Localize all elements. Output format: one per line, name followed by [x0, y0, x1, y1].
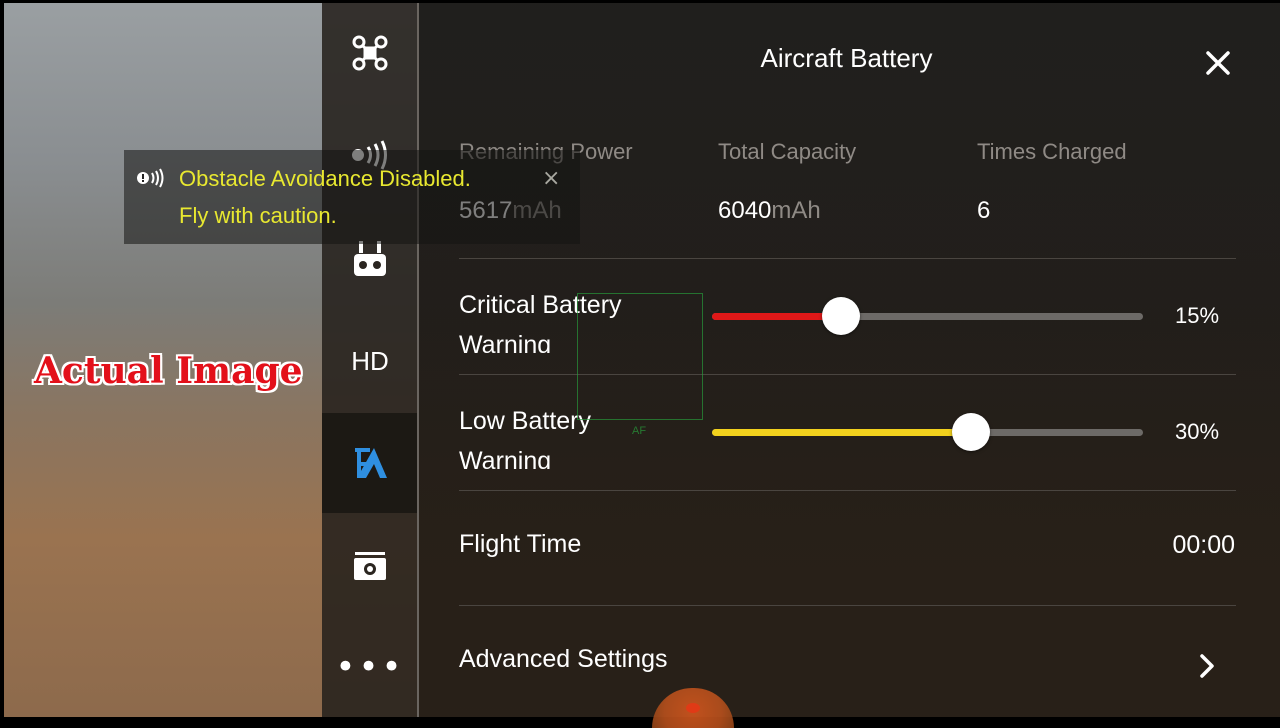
advanced-settings-label: Advanced Settings	[459, 645, 668, 673]
advanced-settings-row[interactable]: Advanced Settings	[419, 623, 1274, 703]
close-icon	[1206, 51, 1230, 79]
close-button[interactable]	[1200, 47, 1236, 83]
af-label: AF	[632, 425, 647, 437]
flight-time-label: Flight Time	[459, 530, 582, 558]
divider	[459, 490, 1236, 491]
remote-controller-icon	[353, 240, 387, 278]
low-slider-fill	[712, 429, 971, 436]
total-capacity-value: 6040mAh	[718, 197, 821, 224]
drone-icon	[351, 34, 389, 72]
icon-rail: HD •••	[322, 3, 418, 717]
low-battery-warning-label: Low Battery Warning	[459, 407, 592, 469]
obstacle-avoidance-toast: Obstacle Avoidance Disabled. Fly with ca…	[124, 150, 580, 244]
divider	[459, 605, 1236, 606]
hd-icon: HD	[351, 345, 389, 376]
critical-battery-value: 15%	[1175, 303, 1220, 328]
low-battery-slider[interactable]	[712, 413, 1143, 451]
chevron-right-icon	[1199, 653, 1215, 683]
rail-item-camera[interactable]	[322, 536, 418, 596]
divider	[459, 258, 1236, 259]
toast-close-icon[interactable]: ×	[542, 166, 560, 191]
total-capacity-label: Total Capacity	[718, 139, 857, 164]
rail-item-more[interactable]: •••	[322, 637, 418, 697]
toast-message: Obstacle Avoidance Disabled. Fly with ca…	[179, 166, 471, 228]
critical-battery-slider[interactable]	[712, 297, 1143, 335]
critical-slider-thumb[interactable]	[822, 297, 861, 335]
rail-item-hd[interactable]: HD	[322, 331, 418, 391]
aircraft-battery-panel: Aircraft Battery Remaining Power 5617mAh…	[419, 3, 1280, 717]
times-charged-label: Times Charged	[977, 139, 1127, 164]
rail-item-battery[interactable]	[322, 413, 418, 513]
more-icon: •••	[335, 647, 405, 687]
af-focus-box	[577, 293, 703, 420]
times-charged-value: 6	[977, 197, 991, 224]
sensor-warning-icon	[136, 168, 164, 192]
camera-icon	[353, 551, 387, 581]
record-dot	[686, 703, 700, 713]
divider	[459, 374, 1236, 375]
battery-settings-icon	[352, 446, 388, 480]
low-battery-value: 30%	[1175, 419, 1220, 444]
rail-item-aircraft[interactable]	[322, 23, 418, 83]
actual-image-caption: Actual Image	[34, 350, 303, 392]
panel-title: Aircraft Battery	[760, 43, 933, 73]
flight-time-value: 00:00	[1172, 531, 1235, 559]
low-slider-thumb[interactable]	[951, 413, 990, 451]
